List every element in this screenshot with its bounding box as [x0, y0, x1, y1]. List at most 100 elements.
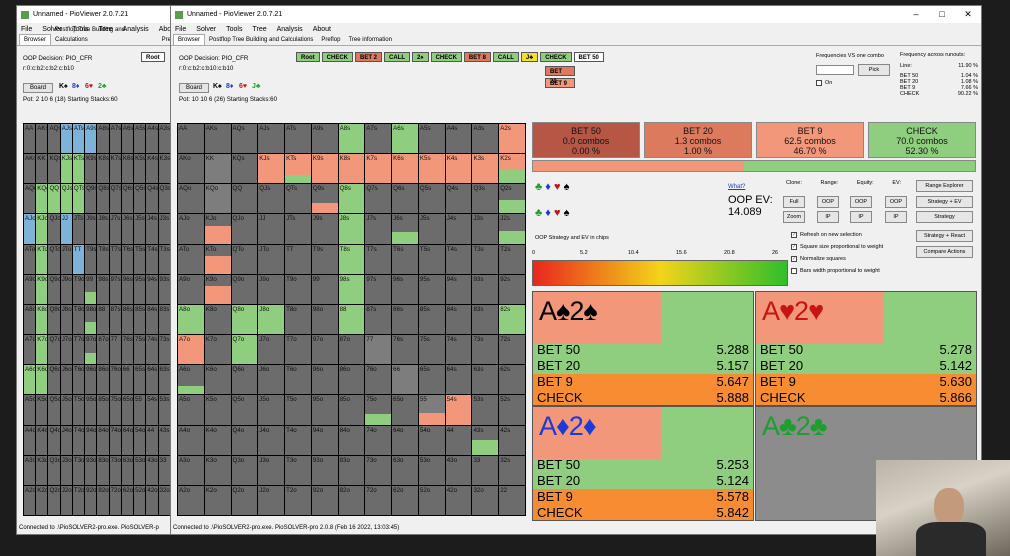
hand-cell[interactable]: 55: [418, 395, 445, 425]
hand-cell[interactable]: 65o: [392, 395, 418, 425]
hand-cell[interactable]: K3s: [158, 154, 170, 184]
hand-cell[interactable]: 97s: [365, 274, 392, 304]
hand-cell[interactable]: A9o: [24, 274, 36, 304]
hand-cell[interactable]: K8o: [36, 304, 48, 335]
hand-cell[interactable]: 32o: [158, 485, 170, 515]
hand-cell[interactable]: T4s: [445, 244, 472, 274]
hand-cell[interactable]: T7s: [365, 244, 392, 274]
hand-cell[interactable]: 94o: [85, 425, 97, 455]
hand-cell[interactable]: 82s: [499, 304, 525, 335]
dropdown-item[interactable]: BET 9: [545, 78, 575, 88]
hand-cell[interactable]: 94s: [146, 274, 158, 304]
hand-cell[interactable]: 83s: [472, 304, 499, 335]
hand-cell[interactable]: 53s: [472, 395, 499, 425]
hand-cell[interactable]: 76o: [109, 365, 121, 395]
hand-cell[interactable]: T8o: [72, 304, 85, 335]
hand-cell[interactable]: K8s: [97, 154, 109, 184]
strategy-box-bet-50[interactable]: BET 50 0.0 combos 0.00 %: [532, 122, 640, 158]
hand-cell[interactable]: 54s: [445, 395, 472, 425]
hand-cell[interactable]: 98s: [97, 274, 109, 304]
hand-cell[interactable]: K7s: [109, 154, 121, 184]
hand-cell[interactable]: A2o: [24, 485, 36, 515]
hand-cell[interactable]: QJo: [48, 214, 60, 244]
option-checkbox[interactable]: Bars width proportional to weight: [791, 268, 880, 274]
hand-cell[interactable]: 87o: [97, 335, 109, 365]
hand-cell[interactable]: K5s: [134, 154, 146, 184]
hand-cell[interactable]: 73o: [109, 455, 121, 485]
hand-cell[interactable]: A3o: [178, 455, 204, 485]
hand-cell[interactable]: 65s: [418, 365, 445, 395]
hand-cell[interactable]: K6o: [204, 365, 231, 395]
hand-cell[interactable]: A9s: [85, 124, 97, 154]
hand-cell[interactable]: 73s: [158, 335, 170, 365]
hand-cell[interactable]: 99: [85, 274, 97, 304]
hand-cell[interactable]: KTo: [36, 244, 48, 274]
hand-cell[interactable]: 53o: [418, 455, 445, 485]
hand-cell[interactable]: 74o: [365, 425, 392, 455]
hand-cell[interactable]: AKo: [24, 154, 36, 184]
hand-cell[interactable]: J5o: [60, 395, 72, 425]
hand-cell[interactable]: T9o: [72, 274, 85, 304]
hand-cell[interactable]: Q5s: [134, 184, 146, 214]
hand-cell[interactable]: K4s: [146, 154, 158, 184]
hand-cell[interactable]: 52o: [418, 485, 445, 515]
hand-cell[interactable]: 63s: [158, 365, 170, 395]
action-bet-2[interactable]: BET 2: [355, 52, 383, 62]
combo-box-0[interactable]: A♠2♠ BET 50 5.288 BET 20 5.157 BET 9 5.647 CHEC…: [532, 291, 754, 406]
hand-cell[interactable]: K2o: [204, 485, 231, 515]
compare-actions-button[interactable]: Compare Actions: [916, 246, 973, 258]
strategy-box-bet-9[interactable]: BET 9 62.5 combos 46.70 %: [756, 122, 864, 158]
hand-cell[interactable]: T4s: [146, 244, 158, 274]
hand-cell[interactable]: T5s: [418, 244, 445, 274]
hand-cell[interactable]: K5s: [418, 154, 445, 184]
hand-cell[interactable]: 32s: [499, 455, 525, 485]
menu-item-about[interactable]: About: [313, 26, 331, 33]
hand-cell[interactable]: J9s: [311, 214, 338, 244]
hand-cell[interactable]: 98s: [338, 274, 365, 304]
hand-cell[interactable]: 84o: [97, 425, 109, 455]
hand-cell[interactable]: 65o: [121, 395, 134, 425]
hand-cell[interactable]: 74o: [109, 425, 121, 455]
hand-cell[interactable]: J8s: [97, 214, 109, 244]
action-root[interactable]: Root: [296, 52, 320, 62]
hand-cell[interactable]: 92o: [311, 485, 338, 515]
strategy-box-bet-20[interactable]: BET 20 1.3 combos 1.00 %: [644, 122, 752, 158]
hand-cell[interactable]: Q5s: [418, 184, 445, 214]
hand-cell[interactable]: AJo: [24, 214, 36, 244]
tab-2[interactable]: Preflop: [317, 35, 344, 45]
hand-cell[interactable]: Q3o: [48, 455, 60, 485]
hand-cell[interactable]: QTs: [285, 184, 311, 214]
hand-cell[interactable]: A5s: [134, 124, 146, 154]
hand-cell[interactable]: A8o: [24, 304, 36, 335]
hand-cell[interactable]: 52o: [134, 485, 146, 515]
back-title-bar[interactable]: Unnamed - PioViewer 2.0.7.21: [17, 6, 175, 23]
hand-cell[interactable]: J4s: [146, 214, 158, 244]
board-button[interactable]: Board: [179, 83, 209, 93]
hand-cell[interactable]: 42s: [499, 425, 525, 455]
hand-cell[interactable]: J7s: [365, 214, 392, 244]
hand-cell[interactable]: 84s: [146, 304, 158, 335]
checkbox-icon[interactable]: [791, 268, 797, 274]
hand-cell[interactable]: ATs: [285, 124, 311, 154]
hand-cell[interactable]: JTs: [285, 214, 311, 244]
hand-cell[interactable]: 77: [109, 335, 121, 365]
hand-cell[interactable]: T5o: [72, 395, 85, 425]
hand-cell[interactable]: K6o: [36, 365, 48, 395]
hand-cell[interactable]: AJs: [60, 124, 72, 154]
hand-cell[interactable]: Q3s: [158, 184, 170, 214]
hand-cell[interactable]: T9s: [311, 244, 338, 274]
hand-cell[interactable]: 33: [472, 455, 499, 485]
minimize-icon[interactable]: –: [903, 9, 929, 20]
hand-cell[interactable]: K9o: [204, 274, 231, 304]
tab-1[interactable]: Postflop Tree Building and Calculations: [205, 35, 317, 45]
hand-cell[interactable]: J2o: [258, 485, 285, 515]
hand-cell[interactable]: T4o: [72, 425, 85, 455]
hand-cell[interactable]: 88: [338, 304, 365, 335]
action-bet-8[interactable]: BET 8: [463, 52, 491, 62]
hand-cell[interactable]: K9o: [36, 274, 48, 304]
hand-cell[interactable]: K4o: [36, 425, 48, 455]
hand-cell[interactable]: 72o: [109, 485, 121, 515]
hand-cell[interactable]: A5o: [178, 395, 204, 425]
hand-cell[interactable]: 64s: [445, 365, 472, 395]
hand-cell[interactable]: 83s: [158, 304, 170, 335]
